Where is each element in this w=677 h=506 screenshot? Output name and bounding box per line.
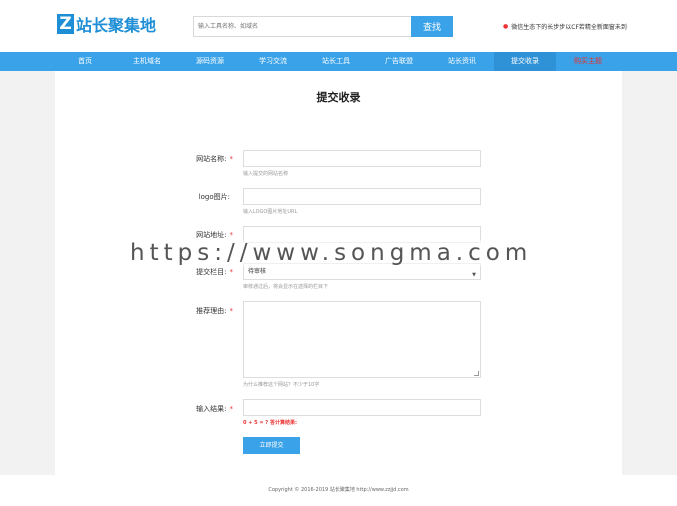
site-name-label: 网站名称: * xyxy=(196,155,233,163)
nav-item-source[interactable]: 源码资源 xyxy=(179,52,241,71)
captcha-field[interactable] xyxy=(243,399,481,416)
logo-label: logo图片: xyxy=(198,193,230,201)
search-input[interactable] xyxy=(193,16,411,37)
nav-item-tools[interactable]: 站长工具 xyxy=(305,52,367,71)
nav-item-submit[interactable]: 提交收录 xyxy=(494,52,556,71)
reason-hint: 为什么推荐这个网站？不少于10字 xyxy=(243,382,320,388)
search-button[interactable]: 查找 xyxy=(411,16,453,37)
bullet-icon: ● xyxy=(503,23,509,30)
site-url-label: 网站地址: * xyxy=(196,231,233,239)
nav-item-ads[interactable]: 广告联盟 xyxy=(368,52,430,71)
nav-item-buy-theme[interactable]: 购买主题 xyxy=(557,52,619,71)
category-label: 提交栏目: * xyxy=(196,268,233,276)
category-hint: 审核通过后，将会显示在选择的栏目下 xyxy=(243,284,329,290)
copyright-text: Copyright © 2016-2019 站长聚集地 http://www.z… xyxy=(268,487,409,493)
reason-textarea[interactable] xyxy=(243,301,481,378)
submit-button[interactable]: 立即提交 xyxy=(243,437,300,454)
logo-hint: 输入LOGO图片地址URL xyxy=(243,209,298,215)
resize-handle-icon[interactable] xyxy=(474,371,479,376)
nav-item-home[interactable]: 首页 xyxy=(54,52,116,71)
nav-item-learning[interactable]: 学习交流 xyxy=(242,52,304,71)
page-title: 提交收录 xyxy=(316,91,361,104)
watermark-text: https://www.songma.com xyxy=(130,240,533,266)
category-value: 待审核 xyxy=(248,268,267,275)
dropdown-caret-icon: ▼ xyxy=(472,272,476,278)
notice-text: 微信生态下的长步步以CF若精全新面窗未到 xyxy=(511,24,627,31)
captcha-label: 输入结果: * xyxy=(196,405,233,413)
footer: Copyright © 2016-2019 站长聚集地 http://www.z… xyxy=(0,475,677,506)
header-notice[interactable]: ● 微信生态下的长步步以CF若精全新面窗未到 xyxy=(503,22,627,31)
logo-text: 站长聚集地 xyxy=(76,16,157,35)
header: Z 站长聚集地 查找 ● 微信生态下的长步步以CF若精全新面窗未到 xyxy=(0,0,677,52)
logo-mark: Z xyxy=(57,14,74,34)
main-nav: 首页 主机域名 源码资源 学习交流 站长工具 广告联盟 站长资讯 提交收录 购买… xyxy=(0,52,677,71)
nav-item-hosting[interactable]: 主机域名 xyxy=(116,52,178,71)
search-bar: 查找 xyxy=(193,16,453,37)
nav-item-news[interactable]: 站长资讯 xyxy=(431,52,493,71)
site-name-hint: 输入提交的网站名称 xyxy=(243,171,289,177)
site-name-field[interactable] xyxy=(243,150,481,167)
reason-label: 推荐理由: * xyxy=(196,307,233,315)
logo[interactable]: Z 站长聚集地 xyxy=(57,12,156,36)
logo-url-field[interactable] xyxy=(243,188,481,205)
captcha-question: 0 + 5 = ? 答计算结果: xyxy=(243,420,297,426)
